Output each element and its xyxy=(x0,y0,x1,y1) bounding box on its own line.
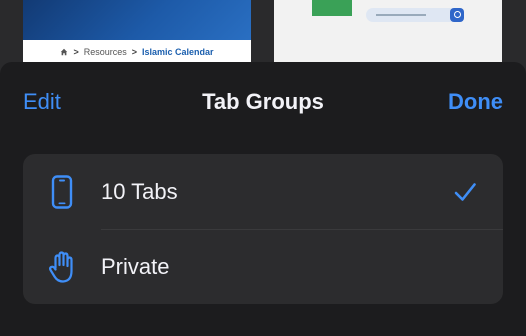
breadcrumb-current: Islamic Calendar xyxy=(142,47,214,57)
breadcrumb-resources: Resources xyxy=(83,47,127,57)
tab-preview-search-bar xyxy=(366,8,458,22)
tab-preview-left[interactable]: > Resources > Islamic Calendar xyxy=(23,0,251,62)
breadcrumb: > Resources > Islamic Calendar xyxy=(23,42,251,62)
tab-group-list: 10 Tabs Private xyxy=(23,154,503,304)
tab-group-row-10-tabs[interactable]: 10 Tabs xyxy=(23,154,503,229)
search-icon xyxy=(450,8,464,22)
tab-preview-hero-image xyxy=(23,0,251,40)
tab-groups-sheet: Edit Tab Groups Done 10 Tabs Private xyxy=(0,62,526,336)
tab-group-label: Private xyxy=(101,253,170,279)
breadcrumb-separator: > xyxy=(73,47,79,57)
home-icon xyxy=(61,48,68,56)
breadcrumb-separator: > xyxy=(131,47,137,57)
tab-group-label: 10 Tabs xyxy=(101,178,178,204)
tab-preview-graphic xyxy=(312,0,352,16)
tab-group-row-private[interactable]: Private xyxy=(23,229,503,304)
done-button[interactable]: Done xyxy=(448,89,503,115)
phone-icon xyxy=(47,174,77,209)
tab-preview-right[interactable] xyxy=(274,0,502,62)
hand-icon xyxy=(47,250,77,284)
checkmark-icon xyxy=(454,182,476,201)
sheet-nav-bar: Edit Tab Groups Done xyxy=(0,62,526,140)
